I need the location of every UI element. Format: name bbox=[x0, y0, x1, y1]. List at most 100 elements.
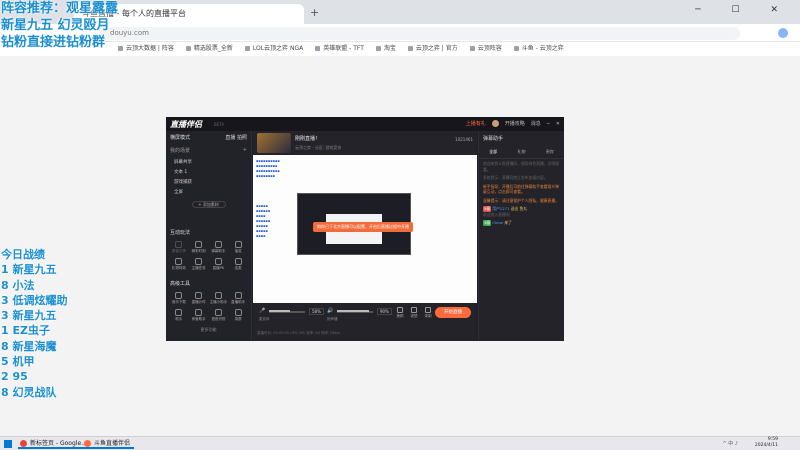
tool-button[interactable]: 直播计时 bbox=[189, 292, 209, 305]
level-badge: 5级 bbox=[483, 206, 492, 212]
taskbar-clock[interactable]: 9:59 2024/4/11 bbox=[755, 437, 778, 449]
chat-tab[interactable]: 全部 bbox=[489, 149, 497, 155]
tool-icon bbox=[234, 241, 242, 248]
tool-button[interactable]: 直播PK bbox=[209, 258, 229, 271]
chat-message: 温馨提示：请注意保护个人隐私，健康直播。 bbox=[483, 197, 559, 203]
add-source-button[interactable]: + 添加素材 bbox=[191, 201, 226, 208]
filter-icon bbox=[411, 307, 417, 313]
bookmark-item[interactable]: 云顶之弈 | 官方 bbox=[408, 42, 458, 56]
chat-username[interactable]: 用户1271 bbox=[492, 206, 509, 211]
bookmark-item[interactable]: 淘宝 bbox=[376, 42, 396, 56]
taskbar: 新标签页 - Google... 斗鱼直播伴侣 ^ 中 ♪ 9:59 2024/… bbox=[0, 436, 800, 450]
tab-live[interactable]: 直播 bbox=[225, 135, 235, 141]
chat-tab[interactable]: 贵宾 bbox=[546, 149, 554, 155]
beauty-button[interactable]: 美颜 bbox=[393, 307, 407, 319]
chat-panel: 弹幕助手 全部 礼物 贵宾 欢迎来到斗鱼直播间，倡导绿色直播，文明观看。 系统提示… bbox=[478, 131, 564, 341]
tool-button[interactable]: 主播小助手 bbox=[209, 292, 229, 305]
stream-cover[interactable] bbox=[257, 133, 291, 153]
stats-line: 8 小法 bbox=[1, 278, 35, 292]
notice-toast[interactable]: 斜你已下北京直播可以配置，开启后直播过程中开播 bbox=[313, 222, 413, 232]
tool-button[interactable]: 房管助手 bbox=[189, 309, 209, 322]
preview-links: ▪▪▪▪▪▪▪▪▪▪ ▪▪▪▪▪▪▪▪▪ ▪▪▪▪▪▪▪▪▪▪ ▪▪▪▪▪▪▪▪ ▪▪▪… bbox=[256, 159, 280, 238]
scene-mode-header: 横屏模式 直播 拍照 bbox=[166, 131, 251, 144]
system-tray[interactable]: ^ 中 ♪ bbox=[722, 440, 738, 447]
mic-label: 麦克风 bbox=[259, 317, 270, 321]
avatar[interactable] bbox=[491, 120, 499, 127]
speaker-icon[interactable]: 🔊 bbox=[327, 308, 333, 314]
more-tools-button[interactable]: 更多功能 bbox=[166, 324, 251, 333]
stream-preview[interactable]: ▪▪▪▪▪▪▪▪▪▪ ▪▪▪▪▪▪▪▪▪ ▪▪▪▪▪▪▪▪▪▪ ▪▪▪▪▪▪▪▪ ▪▪▪… bbox=[253, 155, 477, 303]
record-icon bbox=[425, 307, 431, 313]
tool-button[interactable]: 弹幕助手 bbox=[209, 241, 229, 254]
tool-button[interactable]: 屏幕分享 bbox=[169, 241, 189, 254]
minimize-icon[interactable]: ─ bbox=[547, 121, 550, 127]
stream-title[interactable]: 刚刚直播！ bbox=[295, 135, 320, 142]
stats-line: 2 95 bbox=[1, 370, 28, 384]
mic-icon[interactable]: 🎤 bbox=[259, 308, 265, 314]
bookmark-item[interactable]: 精选股票_全新 bbox=[186, 42, 233, 56]
address-bar[interactable]: douyu.com bbox=[100, 27, 740, 40]
tool-icon bbox=[214, 258, 222, 265]
tool-button[interactable]: 礼物特效 bbox=[169, 258, 189, 271]
taskbar-streaming-app[interactable]: 斗鱼直播伴侣 bbox=[82, 439, 135, 449]
tool-button[interactable]: 直播助手 bbox=[228, 292, 248, 305]
tool-button[interactable]: 精彩时刻 bbox=[189, 241, 209, 254]
stats-line: 1 新星九五 bbox=[1, 263, 57, 277]
source-item[interactable]: 游戏捕获 bbox=[166, 177, 251, 187]
chat-username[interactable]: Chloe bbox=[492, 220, 503, 225]
tab-photo[interactable]: 拍照 bbox=[237, 135, 247, 141]
tool-icon bbox=[175, 241, 183, 248]
source-item[interactable]: 文本 1 bbox=[166, 167, 251, 177]
scene-mode-select[interactable]: 横屏模式 bbox=[170, 134, 190, 141]
record-button[interactable]: 录制 bbox=[421, 307, 435, 319]
messages-button[interactable]: 消息 bbox=[531, 120, 541, 127]
close-icon[interactable]: ✕ bbox=[556, 121, 560, 127]
chat-message: 新手指导：开播后可前往弹幕助手查看观众弹幕互动，点击即可查看。 bbox=[483, 183, 559, 195]
bookmark-item[interactable]: 英雄联盟 - TFT bbox=[315, 42, 364, 56]
start-live-button[interactable]: 开始直播 bbox=[435, 307, 471, 318]
gift-promo-button[interactable]: 上播有礼 bbox=[466, 120, 486, 127]
app-logo-sub: BETA bbox=[214, 122, 225, 127]
stream-tags[interactable]: 云顶之弈 · 分区: 游戏竞技 bbox=[295, 145, 341, 151]
speaker-label: 扬声器 bbox=[327, 317, 338, 321]
tool-icon bbox=[195, 241, 203, 248]
speaker-slider[interactable] bbox=[337, 310, 373, 313]
bookmark-item[interactable]: 云顶大数据 | 阵容 bbox=[118, 42, 174, 56]
sources-header: 我的场景 + bbox=[170, 147, 247, 154]
overlay-line: 钻粉直接进钻粉群 bbox=[1, 35, 106, 50]
bookmark-item[interactable]: 斗鱼 - 云顶之弈 bbox=[514, 42, 564, 56]
bookmark-item[interactable]: LOL云顶之弈 NGA bbox=[245, 42, 303, 56]
source-item[interactable]: 屏幕共享 bbox=[166, 157, 251, 167]
tool-icon bbox=[195, 292, 203, 299]
chat-message: 3级 Chloe 来了 bbox=[483, 220, 560, 226]
bookmark-item[interactable]: 云顶阵容 bbox=[470, 42, 502, 56]
app-titlebar: 直播伴侣 BETA 上播有礼 开播攻略 消息 ─ ✕ bbox=[166, 117, 564, 131]
tool-button[interactable]: 抽奖 bbox=[228, 241, 248, 254]
tool-button[interactable]: 音乐下载 bbox=[169, 292, 189, 305]
new-tab-button[interactable]: + bbox=[310, 6, 319, 19]
chat-tab[interactable]: 礼物 bbox=[517, 149, 525, 155]
tool-button[interactable]: 连麦 bbox=[228, 258, 248, 271]
stats-line: 3 低调炫耀助 bbox=[1, 293, 68, 307]
source-item[interactable]: 全屏 bbox=[166, 187, 251, 197]
guide-button[interactable]: 开播攻略 bbox=[505, 120, 525, 127]
tool-button[interactable]: 语音识别 bbox=[209, 309, 229, 322]
taskbar-chrome[interactable]: 新标签页 - Google... bbox=[18, 439, 91, 449]
overlay-line: 新星九五 幻灵殴月 bbox=[1, 18, 110, 33]
chat-message: 系统提示：直播间禁止发布违规内容。 bbox=[483, 175, 548, 180]
tool-button[interactable]: 主播任务 bbox=[189, 258, 209, 271]
interact-tools: 屏幕分享 精彩时刻 弹幕助手 抽奖 礼物特效 主播任务 直播PK 连麦 bbox=[166, 239, 251, 273]
tool-icon bbox=[195, 309, 203, 316]
interact-header: 互动玩法 bbox=[170, 230, 191, 236]
stats-overlay: 今日战绩 1 新星九五 8 小法 3 低调炫耀助 3 新星九五 1 EZ虫子 8… bbox=[1, 247, 67, 400]
tool-button[interactable]: 录屏 bbox=[228, 309, 248, 322]
tool-button[interactable]: 助手 bbox=[169, 309, 189, 322]
profile-icon[interactable] bbox=[778, 28, 788, 38]
windows-start-icon[interactable] bbox=[4, 440, 12, 448]
tool-icon bbox=[214, 241, 222, 248]
window-controls[interactable]: ─ ☐ ✕ bbox=[695, 5, 792, 15]
chat-list: 欢迎来到斗鱼直播间，倡导绿色直播，文明观看。 系统提示：直播间禁止发布违规内容。新… bbox=[479, 159, 564, 228]
filter-button[interactable]: 滤镜 bbox=[407, 307, 421, 319]
add-icon[interactable]: + bbox=[243, 147, 247, 154]
mic-slider[interactable] bbox=[269, 310, 305, 313]
